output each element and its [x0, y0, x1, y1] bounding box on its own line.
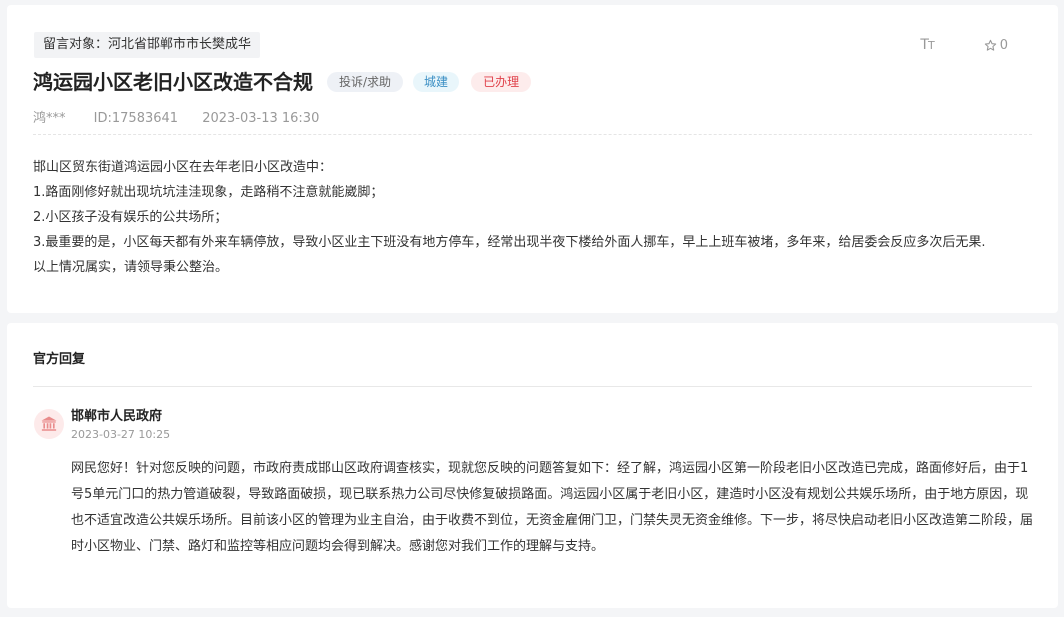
- message-title: 鸿运园小区老旧小区改造不合规: [33, 70, 313, 94]
- star-icon: [984, 39, 996, 51]
- content-line: 2.小区孩子没有娱乐的公共场所；: [33, 210, 228, 225]
- message-content: 邯山区贸东街道鸿运园小区在去年老旧小区改造中： 1.路面刚修好就出现坑坑洼洼现象…: [33, 155, 1032, 280]
- reply-heading: 官方回复: [33, 352, 86, 367]
- message-target-label: 留言对象：河北省邯郸市市长樊成华: [34, 32, 261, 58]
- type-tag: 投诉/求助: [327, 72, 404, 92]
- reply-org-name: 邯郸市人民政府: [71, 409, 163, 424]
- reply-card: 官方回复 邯郸市人民政府 2023-03-27 10:25 网民您好！针对您反映…: [7, 323, 1058, 608]
- reply-text: 网民您好！针对您反映的问题，市政府责成邯山区政府调查核实，现就您反映的问题答复如…: [71, 461, 1034, 554]
- message-toolbar: TT 0: [920, 37, 1008, 53]
- message-datetime: 2023-03-13 16:30: [202, 111, 320, 126]
- star-count: 0: [999, 37, 1008, 53]
- status-badge: 已办理: [471, 72, 532, 92]
- message-id: ID:17583641: [93, 111, 179, 126]
- divider: [33, 386, 1032, 387]
- author-name: 鸿***: [33, 111, 66, 126]
- category-tag: 城建: [413, 72, 460, 92]
- reply-datetime: 2023-03-27 10:25: [71, 428, 171, 441]
- content-line: 1.路面刚修好就出现坑坑洼洼现象，走路稍不注意就能崴脚；: [33, 185, 384, 200]
- message-card: 留言对象：河北省邯郸市市长樊成华 TT 0 鸿运园小区老旧小区改造不合规 投诉/…: [7, 5, 1058, 313]
- favorite-button[interactable]: 0: [984, 38, 1008, 53]
- content-line: 以上情况属实，请领导秉公整治。: [33, 260, 229, 275]
- government-building-icon: [41, 416, 57, 431]
- content-line: 邯山区贸东街道鸿运园小区在去年老旧小区改造中：: [33, 160, 333, 175]
- avatar: [34, 409, 64, 439]
- divider: [33, 134, 1032, 135]
- message-meta: 鸿*** ID:17583641 2023-03-13 16:30: [33, 109, 339, 129]
- font-size-icon[interactable]: TT: [920, 37, 934, 53]
- title-row: 鸿运园小区老旧小区改造不合规 投诉/求助 城建 已办理: [33, 68, 532, 96]
- content-line: 3.最重要的是，小区每天都有外来车辆停放，导致小区业主下班没有地方停车，经常出现…: [33, 235, 986, 250]
